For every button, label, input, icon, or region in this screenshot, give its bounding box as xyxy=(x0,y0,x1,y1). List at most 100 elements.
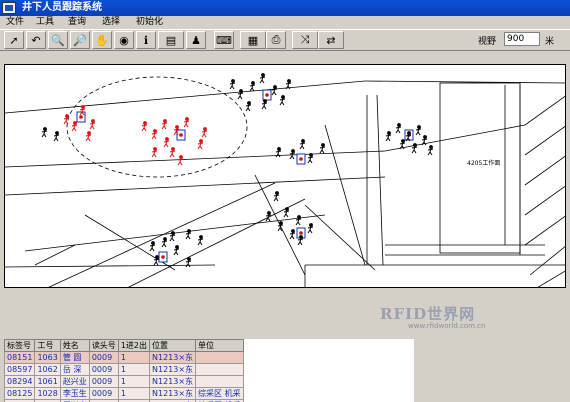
worker-icon[interactable] xyxy=(289,149,296,160)
column-header[interactable]: 标签号 xyxy=(4,339,36,352)
worker-icon[interactable] xyxy=(245,101,252,112)
watermark-logo: RFID世界网 xyxy=(380,305,476,323)
worker-alarm-icon[interactable] xyxy=(71,121,78,132)
table-cell: 综采区 机采 xyxy=(195,387,244,400)
worker-icon[interactable] xyxy=(307,153,314,164)
table-cell: N1213×东 xyxy=(148,387,197,400)
table-cell: 1 xyxy=(117,375,151,388)
worker-alarm-icon[interactable] xyxy=(183,117,190,128)
worker-alarm-icon[interactable] xyxy=(169,147,176,158)
table-cell: 08151 xyxy=(4,351,36,364)
table-cell: N1213×东 xyxy=(148,351,197,364)
menu-bar: 文件 工具 查询 选择 初始化 xyxy=(0,16,570,29)
worker-icon[interactable] xyxy=(229,79,236,90)
print-button[interactable]: ⎙ xyxy=(266,31,286,49)
worker-alarm-icon[interactable] xyxy=(141,121,148,132)
worker-icon[interactable] xyxy=(273,191,280,202)
worker-icon[interactable] xyxy=(259,73,266,84)
exit-button[interactable]: ⇄ xyxy=(318,31,344,49)
table-cell: 1062 xyxy=(34,363,61,376)
table-cell xyxy=(195,363,244,376)
worker-alarm-icon[interactable] xyxy=(151,147,158,158)
worker-icon[interactable] xyxy=(289,229,296,240)
column-header[interactable]: 单位 xyxy=(195,339,244,352)
worker-icon[interactable] xyxy=(319,143,326,154)
mine-map-canvas[interactable]: 4205工作面 xyxy=(5,65,566,288)
route-button[interactable]: ⤨ xyxy=(292,31,318,49)
person-button[interactable]: ♟ xyxy=(186,31,206,49)
table-row[interactable]: 08125 1028 李玉生 0009 1 N1213×东 综采区 机采 xyxy=(4,387,244,400)
worker-icon[interactable] xyxy=(173,245,180,256)
worker-icon[interactable] xyxy=(249,81,256,92)
worker-alarm-icon[interactable] xyxy=(163,137,170,148)
worker-icon[interactable] xyxy=(185,229,192,240)
target-button[interactable]: ◉ xyxy=(114,31,134,49)
worker-icon[interactable] xyxy=(295,215,302,226)
column-header[interactable]: 姓名 xyxy=(59,339,90,352)
column-header[interactable]: 工号 xyxy=(34,339,61,352)
table-cell: 岳 深 xyxy=(59,363,90,376)
worker-alarm-icon[interactable] xyxy=(89,119,96,130)
worker-alarm-icon[interactable] xyxy=(201,127,208,138)
table-cell: 0009 xyxy=(88,351,119,364)
pointer-tool-button[interactable]: ➚ xyxy=(4,31,24,49)
column-header[interactable]: 读头号 xyxy=(88,339,119,352)
info-button[interactable]: ℹ xyxy=(136,31,156,49)
layer-button[interactable]: ▤ xyxy=(158,31,184,49)
worker-alarm-icon[interactable] xyxy=(197,139,204,150)
mine-map[interactable]: 4205工作面 xyxy=(4,64,566,288)
menu-select[interactable]: 选择 xyxy=(102,16,120,29)
table-cell xyxy=(195,375,244,388)
worker-icon[interactable] xyxy=(161,237,168,248)
table-row[interactable]: 08597 1062 岳 深 0009 1 N1213×东 xyxy=(4,363,244,376)
worker-alarm-icon[interactable] xyxy=(161,119,168,130)
menu-query[interactable]: 查询 xyxy=(68,16,86,29)
zoom-input[interactable]: 900 xyxy=(504,32,540,46)
worker-alarm-icon[interactable] xyxy=(85,131,92,142)
zoom-in-button[interactable]: 🔍 xyxy=(48,31,68,49)
table-row[interactable]: 08294 1061 赵兴业 0009 1 N1213×东 xyxy=(4,375,244,388)
worker-icon[interactable] xyxy=(427,145,434,156)
undo-button[interactable]: ↶ xyxy=(26,31,46,49)
worker-icon[interactable] xyxy=(169,231,176,242)
table-cell: 08597 xyxy=(4,363,36,376)
worker-icon[interactable] xyxy=(395,123,402,134)
worker-icon[interactable] xyxy=(153,255,160,266)
column-header[interactable]: 位置 xyxy=(148,339,197,352)
watermark-url: www.rfidworld.com.cn xyxy=(408,322,486,330)
worker-icon[interactable] xyxy=(279,95,286,106)
column-header[interactable]: 1进2出 xyxy=(117,339,151,352)
worker-icon[interactable] xyxy=(41,127,48,138)
worker-icon[interactable] xyxy=(415,125,422,136)
worker-icon[interactable] xyxy=(299,139,306,150)
worker-icon[interactable] xyxy=(53,131,60,142)
menu-tools[interactable]: 工具 xyxy=(36,16,54,29)
worker-icon[interactable] xyxy=(411,143,418,154)
menu-init[interactable]: 初始化 xyxy=(136,16,163,29)
map-panel: 4205工作面 xyxy=(0,51,570,296)
reader-led-icon xyxy=(179,133,183,137)
worker-icon[interactable] xyxy=(271,85,278,96)
worker-icon[interactable] xyxy=(261,99,268,110)
alarm-zone-circle xyxy=(66,76,248,178)
table-cell: 1 xyxy=(117,387,151,400)
info-panel: 标签号 工号 姓名 读头号 1进2出 位置 单位 08151 1063 管 圆 0009 1 N121… xyxy=(0,296,570,402)
zoom-out-button[interactable]: 🔎 xyxy=(70,31,90,49)
book-button[interactable]: ▦ xyxy=(240,31,266,49)
pan-hand-button[interactable]: ✋ xyxy=(92,31,112,49)
menu-file[interactable]: 文件 xyxy=(6,16,24,29)
keyboard-button[interactable]: ⌨ xyxy=(214,31,234,49)
table-cell: 1061 xyxy=(34,375,61,388)
worker-icon[interactable] xyxy=(149,241,156,252)
table-cell: 李玉生 xyxy=(59,387,90,400)
table-cell: 0009 xyxy=(88,363,119,376)
worker-icon[interactable] xyxy=(197,235,204,246)
reader-led-icon xyxy=(79,115,83,119)
worker-icon[interactable] xyxy=(237,89,244,100)
table-row[interactable]: 08151 1063 管 圆 0009 1 N1213×东 xyxy=(4,351,244,364)
worker-alarm-icon[interactable] xyxy=(151,129,158,140)
table-cell: 赵兴业 xyxy=(59,375,90,388)
worker-alarm-icon[interactable] xyxy=(177,155,184,166)
worker-icon[interactable] xyxy=(385,131,392,142)
worker-icon[interactable] xyxy=(307,223,314,234)
